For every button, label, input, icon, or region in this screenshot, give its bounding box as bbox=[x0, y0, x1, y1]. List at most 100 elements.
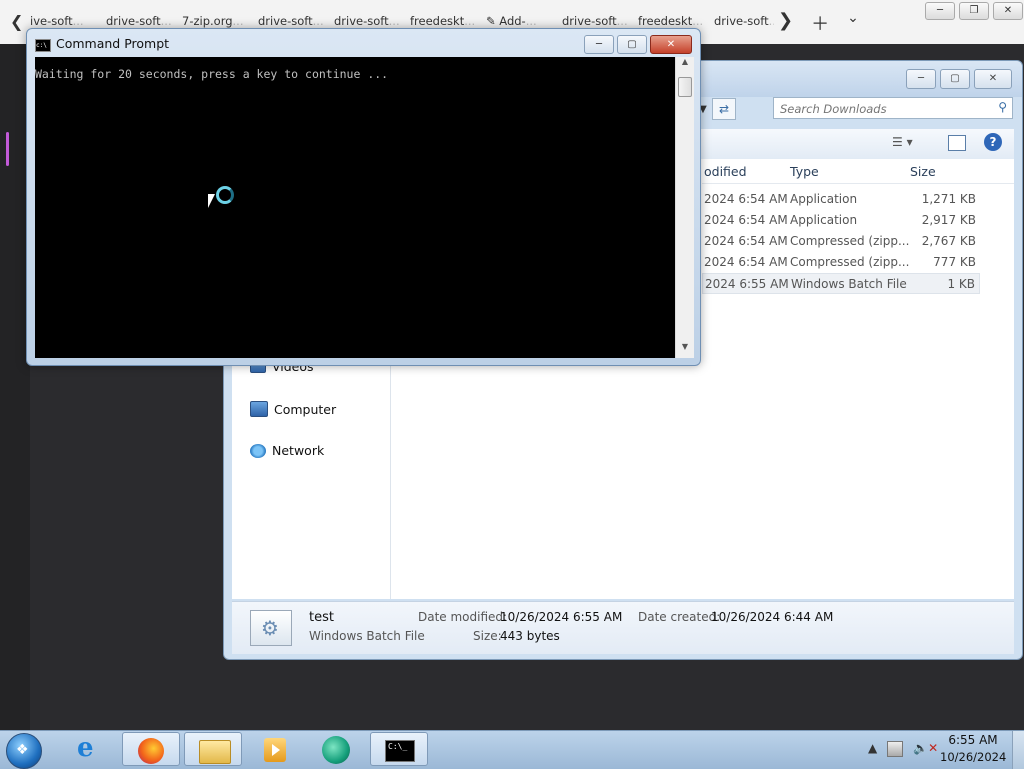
file-modified: 2024 6:54 AM bbox=[704, 192, 788, 206]
busy-cursor-icon bbox=[216, 186, 234, 204]
browser-window-controls: ─ ❐ ✕ bbox=[925, 2, 1023, 20]
taskbar-media-player[interactable] bbox=[246, 732, 304, 766]
file-row[interactable]: 2024 6:54 AM Compressed (zipp... 2,767 K… bbox=[702, 231, 980, 252]
preview-pane-icon[interactable] bbox=[948, 135, 966, 151]
column-date-modified[interactable]: odified bbox=[704, 164, 747, 179]
cmd-console[interactable]: Waiting for 20 seconds, press a key to c… bbox=[35, 57, 675, 358]
file-type: Compressed (zipp... bbox=[790, 255, 910, 269]
cmd-close-button[interactable]: ✕ bbox=[650, 35, 692, 54]
details-date-created-label: Date created: bbox=[638, 610, 721, 624]
search-input[interactable] bbox=[778, 99, 987, 119]
details-date-created: 10/26/2024 6:44 AM bbox=[711, 610, 834, 624]
taskbar-firefox[interactable] bbox=[122, 732, 180, 766]
volume-muted-icon[interactable]: 🔈✕ bbox=[913, 741, 938, 757]
browser-close-button[interactable]: ✕ bbox=[993, 2, 1023, 20]
mouse-pointer-icon bbox=[208, 194, 215, 208]
file-type: Application bbox=[790, 213, 858, 227]
batch-file-icon: ⚙ bbox=[250, 610, 292, 646]
refresh-icon[interactable]: ⇄ bbox=[712, 98, 736, 120]
details-pane: ⚙ test Windows Batch File Date modified:… bbox=[232, 601, 1014, 654]
show-hidden-icons-icon[interactable]: ▲ bbox=[868, 741, 877, 757]
browser-tab-active[interactable]: drive-soft... bbox=[714, 14, 774, 34]
nav-item-computer[interactable]: Computer bbox=[250, 401, 336, 417]
column-type[interactable]: Type bbox=[790, 164, 819, 179]
file-size: 1,271 KB bbox=[921, 192, 976, 206]
scroll-up-icon[interactable]: ▲ bbox=[676, 57, 694, 73]
new-tab-icon[interactable]: ＋ bbox=[811, 10, 829, 36]
computer-icon bbox=[250, 401, 268, 417]
file-list-header: odified Type Size bbox=[702, 159, 1014, 184]
cmd-window-icon[interactable]: c:\ bbox=[35, 39, 51, 52]
clock-date: 10/26/2024 bbox=[940, 750, 1007, 764]
media-player-icon bbox=[264, 738, 286, 762]
cmd-window-title: Command Prompt bbox=[56, 36, 170, 51]
file-size: 2,767 KB bbox=[921, 234, 976, 248]
file-size: 1 KB bbox=[947, 277, 975, 291]
sidebar-active-indicator bbox=[6, 132, 9, 166]
show-desktop-button[interactable] bbox=[1012, 731, 1024, 769]
file-row[interactable]: 2024 6:54 AM Application 2,917 KB bbox=[702, 210, 980, 231]
details-file-type: Windows Batch File bbox=[309, 629, 425, 643]
details-size: 443 bytes bbox=[500, 629, 560, 643]
file-size: 2,917 KB bbox=[921, 213, 976, 227]
cmd-window-controls: ─ ▢ ✕ bbox=[584, 35, 692, 54]
file-modified: 2024 6:55 AM bbox=[705, 277, 789, 291]
help-icon[interactable]: ? bbox=[984, 133, 1002, 151]
file-row[interactable]: 2024 6:54 AM Application 1,271 KB bbox=[702, 189, 980, 210]
file-row-selected[interactable]: 2024 6:55 AM Windows Batch File 1 KB bbox=[702, 273, 980, 294]
browser-minimize-button[interactable]: ─ bbox=[925, 2, 955, 20]
browser-restore-button[interactable]: ❐ bbox=[959, 2, 989, 20]
change-view-icon[interactable]: ☰ ▾ bbox=[892, 135, 913, 149]
command-prompt-icon: C:\_ bbox=[385, 740, 415, 762]
tab-list-chevron-icon[interactable]: ⌄ bbox=[847, 10, 859, 36]
scroll-down-icon[interactable]: ▼ bbox=[676, 342, 694, 358]
file-size: 777 KB bbox=[933, 255, 976, 269]
cmd-scrollbar[interactable]: ▲ ▼ bbox=[675, 57, 694, 358]
scroll-thumb[interactable] bbox=[678, 77, 692, 97]
taskbar: ❖ e C:\_ ▲ 🔈✕ 6:55 AM 10/26/2024 bbox=[0, 730, 1024, 769]
network-icon bbox=[250, 443, 266, 458]
file-row[interactable]: 2024 6:54 AM Compressed (zipp... 777 KB bbox=[702, 252, 980, 273]
file-modified: 2024 6:54 AM bbox=[704, 255, 788, 269]
details-file-name: test bbox=[309, 610, 334, 625]
explorer-close-button[interactable]: ✕ bbox=[974, 69, 1012, 89]
cmd-minimize-button[interactable]: ─ bbox=[584, 35, 614, 54]
taskbar-internet-explorer[interactable]: e bbox=[62, 732, 120, 766]
folder-icon bbox=[199, 740, 231, 764]
taskbar-app[interactable] bbox=[308, 732, 366, 766]
puzzle-icon: ✎ bbox=[486, 14, 500, 28]
details-size-label: Size: bbox=[473, 629, 502, 643]
internet-explorer-icon: e bbox=[77, 733, 94, 763]
action-center-flag-icon[interactable] bbox=[887, 741, 904, 757]
nav-item-label: Network bbox=[272, 443, 325, 458]
command-prompt-window: c:\ Command Prompt ─ ▢ ✕ Waiting for 20 … bbox=[26, 28, 701, 366]
search-icon[interactable]: ⚲ bbox=[998, 100, 1007, 114]
tabs-scroll-right-icon[interactable]: ❯ bbox=[778, 10, 793, 36]
explorer-maximize-button[interactable]: ▢ bbox=[940, 69, 970, 89]
explorer-minimize-button[interactable]: ─ bbox=[906, 69, 936, 89]
file-modified: 2024 6:54 AM bbox=[704, 234, 788, 248]
tabs-scroll-left-icon[interactable]: ❮ bbox=[10, 12, 23, 31]
file-type: Windows Batch File bbox=[791, 277, 907, 291]
explorer-window-controls: ─ ▢ ✕ bbox=[906, 69, 1012, 89]
file-type: Application bbox=[790, 192, 858, 206]
nav-item-label: Computer bbox=[274, 401, 337, 417]
taskbar-clock[interactable]: 6:55 AM 10/26/2024 bbox=[940, 733, 1006, 764]
tab-actions: ❯ ＋ ⌄ bbox=[778, 10, 859, 36]
taskbar-file-explorer[interactable] bbox=[184, 732, 242, 766]
column-size[interactable]: Size bbox=[910, 164, 936, 179]
cmd-maximize-button[interactable]: ▢ bbox=[617, 35, 647, 54]
file-modified: 2024 6:54 AM bbox=[704, 213, 788, 227]
gear-icon: ⚙ bbox=[261, 616, 279, 640]
start-button[interactable]: ❖ bbox=[6, 733, 42, 769]
details-date-modified: 10/26/2024 6:55 AM bbox=[500, 610, 623, 624]
firefox-icon bbox=[138, 738, 164, 764]
taskbar-command-prompt[interactable]: C:\_ bbox=[370, 732, 428, 766]
nav-item-network[interactable]: Network bbox=[250, 443, 324, 458]
search-box: ⚲ bbox=[773, 97, 1013, 119]
cmd-output-text: Waiting for 20 seconds, press a key to c… bbox=[35, 67, 389, 81]
system-tray: ▲ 🔈✕ bbox=[868, 741, 938, 757]
app-globe-icon bbox=[322, 736, 350, 764]
windows-logo-icon: ❖ bbox=[16, 742, 29, 758]
clock-time: 6:55 AM bbox=[948, 733, 998, 747]
